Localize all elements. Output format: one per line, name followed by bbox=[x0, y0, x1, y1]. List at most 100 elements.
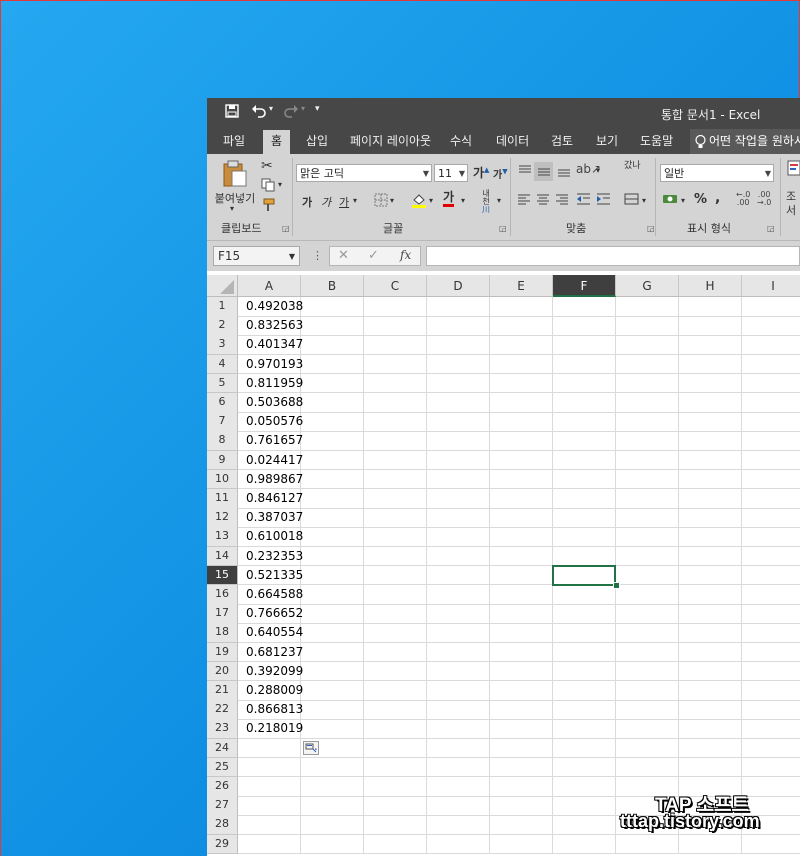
cell-b20[interactable] bbox=[301, 661, 364, 682]
cell-b4[interactable] bbox=[301, 354, 364, 375]
row-header-16[interactable]: 16 bbox=[207, 585, 238, 605]
name-box[interactable]: F15 ▼ bbox=[213, 246, 300, 266]
cell-a10[interactable]: 0.989867 bbox=[238, 469, 303, 490]
cell-f17[interactable] bbox=[553, 604, 616, 624]
cell-e14[interactable] bbox=[490, 546, 553, 567]
insert-function-icon[interactable]: fx bbox=[400, 248, 411, 262]
cell-d29[interactable] bbox=[427, 834, 490, 855]
cell-h14[interactable] bbox=[679, 546, 742, 567]
cell-e22[interactable] bbox=[490, 700, 553, 720]
tell-me-box[interactable]: 어떤 작업을 원하시 bbox=[690, 129, 800, 154]
font-name-combo[interactable]: 맑은 고딕 ▼ bbox=[296, 164, 432, 182]
row-header-11[interactable]: 11 bbox=[207, 489, 238, 509]
cell-c21[interactable] bbox=[364, 681, 427, 701]
number-launcher-icon[interactable]: ◲ bbox=[767, 225, 775, 233]
cell-i13[interactable] bbox=[742, 527, 800, 548]
row-header-29[interactable]: 29 bbox=[207, 834, 238, 855]
cell-a11[interactable]: 0.846127 bbox=[238, 489, 303, 509]
cell-d3[interactable] bbox=[427, 335, 490, 356]
cell-h3[interactable] bbox=[679, 335, 742, 356]
cell-b13[interactable] bbox=[301, 527, 364, 548]
column-header-a[interactable]: A bbox=[238, 275, 301, 297]
cell-a22[interactable]: 0.866813 bbox=[238, 700, 303, 720]
cell-d21[interactable] bbox=[427, 681, 490, 701]
cell-f27[interactable] bbox=[553, 796, 616, 816]
cell-h20[interactable] bbox=[679, 661, 742, 682]
align-right-icon[interactable] bbox=[555, 192, 569, 209]
clipboard-launcher-icon[interactable]: ◲ bbox=[282, 225, 290, 233]
cell-d18[interactable] bbox=[427, 623, 490, 644]
merge-center-icon[interactable] bbox=[624, 192, 639, 209]
cell-h6[interactable] bbox=[679, 393, 742, 413]
cell-g14[interactable] bbox=[616, 546, 679, 567]
increase-indent-icon[interactable] bbox=[596, 192, 611, 209]
select-all-button[interactable] bbox=[207, 275, 238, 297]
align-left-icon[interactable] bbox=[517, 192, 531, 209]
cell-f4[interactable] bbox=[553, 354, 616, 375]
cell-e19[interactable] bbox=[490, 642, 553, 663]
column-header-d[interactable]: D bbox=[427, 275, 490, 297]
cell-a18[interactable]: 0.640554 bbox=[238, 623, 303, 644]
cell-g1[interactable] bbox=[616, 297, 679, 317]
cell-e3[interactable] bbox=[490, 335, 553, 356]
cell-e17[interactable] bbox=[490, 604, 553, 624]
cell-a8[interactable]: 0.761657 bbox=[238, 431, 303, 452]
align-top-icon[interactable] bbox=[517, 164, 533, 181]
cell-d8[interactable] bbox=[427, 431, 490, 452]
cell-g25[interactable] bbox=[616, 757, 679, 778]
row-header-9[interactable]: 9 bbox=[207, 450, 238, 471]
cell-d25[interactable] bbox=[427, 757, 490, 778]
cell-b10[interactable] bbox=[301, 469, 364, 490]
cell-c26[interactable] bbox=[364, 777, 427, 797]
copy-icon[interactable] bbox=[261, 178, 275, 195]
cell-e23[interactable] bbox=[490, 719, 553, 740]
cell-i1[interactable] bbox=[742, 297, 800, 317]
cell-g8[interactable] bbox=[616, 431, 679, 452]
tab-insert[interactable]: 삽입 bbox=[306, 132, 328, 149]
undo-icon[interactable] bbox=[251, 103, 267, 123]
cell-b22[interactable] bbox=[301, 700, 364, 720]
cell-i14[interactable] bbox=[742, 547, 800, 567]
cell-c25[interactable] bbox=[364, 757, 427, 778]
cell-a28[interactable] bbox=[238, 815, 301, 836]
cell-a3[interactable]: 0.401347 bbox=[238, 335, 303, 356]
cell-a25[interactable] bbox=[238, 757, 301, 778]
cell-b15[interactable] bbox=[301, 565, 364, 586]
row-header-15[interactable]: 15 bbox=[207, 565, 238, 586]
cell-f8[interactable] bbox=[553, 431, 616, 452]
cell-a5[interactable]: 0.811959 bbox=[238, 373, 303, 394]
cell-e7[interactable] bbox=[490, 412, 553, 432]
cell-b7[interactable] bbox=[301, 412, 364, 432]
accounting-format-icon[interactable] bbox=[662, 192, 680, 209]
cell-e18[interactable] bbox=[490, 623, 553, 644]
cell-d12[interactable] bbox=[427, 508, 490, 528]
cell-f3[interactable] bbox=[553, 335, 616, 356]
cell-e27[interactable] bbox=[490, 796, 553, 816]
cut-icon[interactable]: ✂ bbox=[261, 158, 273, 174]
accounting-dropdown-icon[interactable]: ▾ bbox=[681, 196, 685, 205]
cell-f9[interactable] bbox=[553, 450, 616, 471]
cell-h11[interactable] bbox=[679, 489, 742, 509]
cell-h8[interactable] bbox=[679, 431, 742, 452]
font-size-combo[interactable]: 11 ▼ bbox=[434, 164, 468, 182]
cell-e26[interactable] bbox=[490, 777, 553, 797]
cell-f6[interactable] bbox=[553, 393, 616, 413]
row-header-4[interactable]: 4 bbox=[207, 354, 238, 375]
row-header-7[interactable]: 7 bbox=[207, 412, 238, 432]
cell-c12[interactable] bbox=[364, 508, 427, 528]
row-header-6[interactable]: 6 bbox=[207, 393, 238, 413]
cell-e16[interactable] bbox=[490, 585, 553, 605]
cell-d28[interactable] bbox=[427, 815, 490, 836]
cell-e5[interactable] bbox=[490, 373, 553, 394]
borders-icon[interactable] bbox=[374, 193, 388, 210]
cell-a26[interactable] bbox=[238, 777, 301, 797]
cell-f22[interactable] bbox=[553, 700, 616, 720]
cell-a2[interactable]: 0.832563 bbox=[238, 316, 303, 336]
font-launcher-icon[interactable]: ◲ bbox=[499, 225, 507, 233]
cell-h19[interactable] bbox=[679, 642, 742, 663]
cell-f19[interactable] bbox=[553, 642, 616, 663]
cell-a19[interactable]: 0.681237 bbox=[238, 642, 303, 663]
cell-f23[interactable] bbox=[553, 719, 616, 740]
cell-i11[interactable] bbox=[742, 489, 800, 509]
cell-a6[interactable]: 0.503688 bbox=[238, 393, 303, 413]
